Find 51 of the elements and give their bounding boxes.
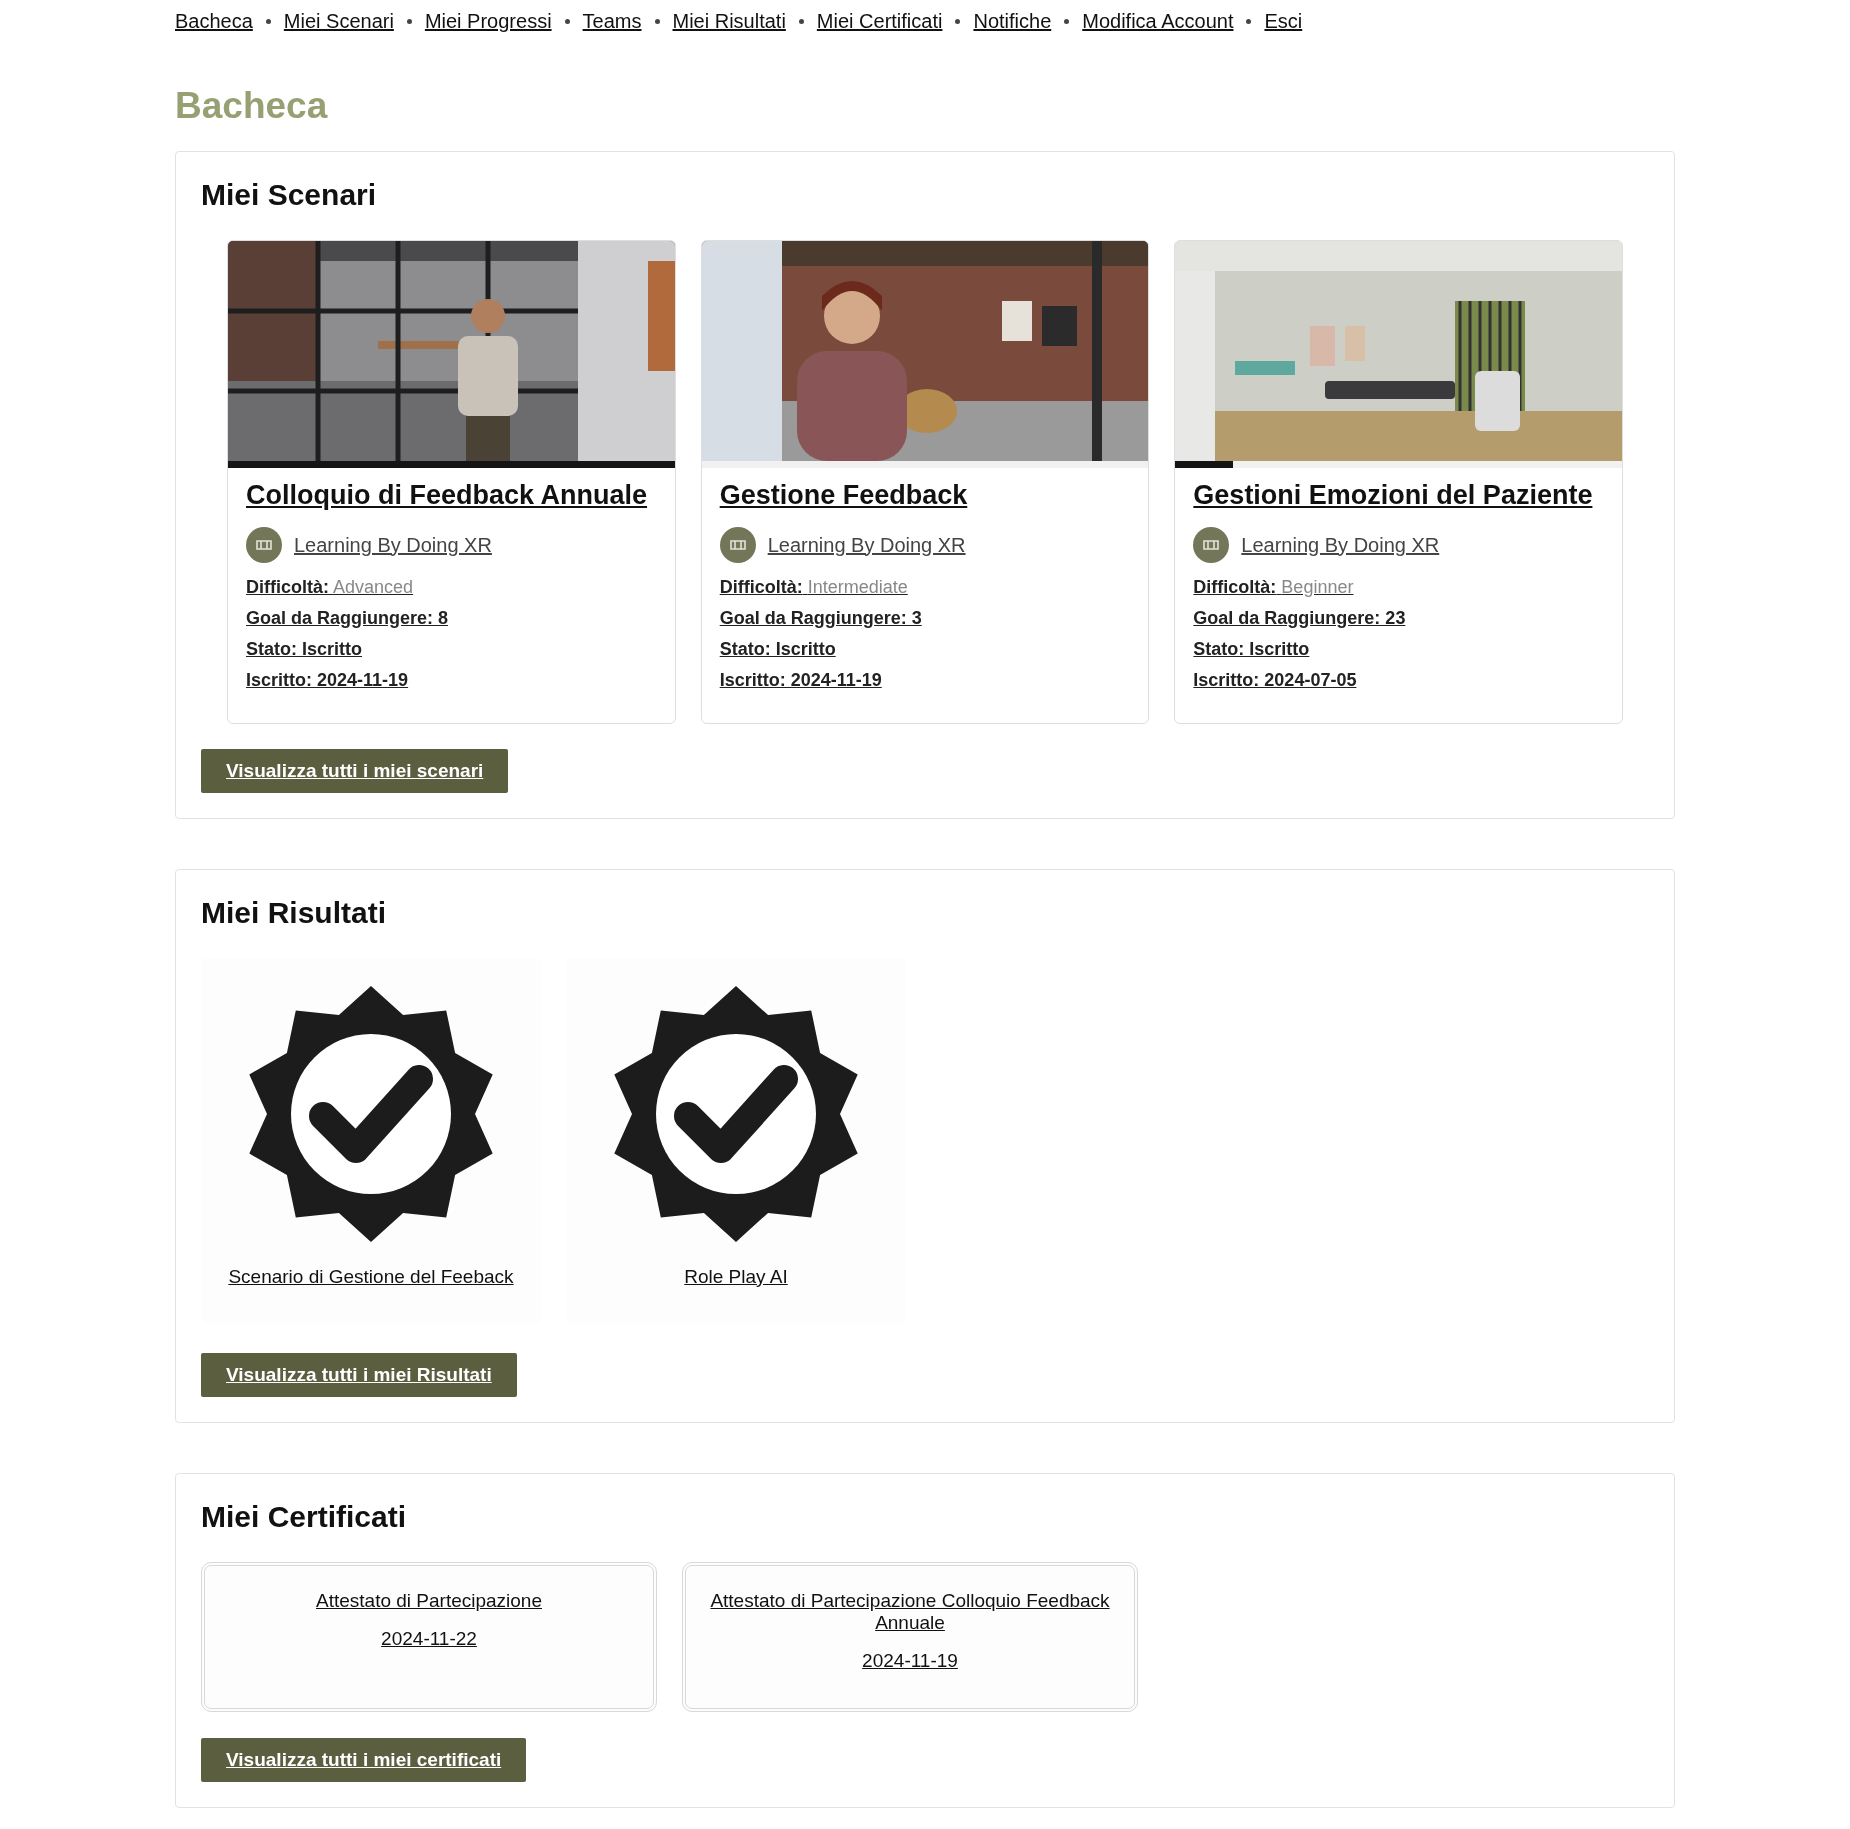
result-link[interactable]: Scenario di Gestione del Feeback — [228, 1266, 514, 1288]
scenario-title[interactable]: Gestioni Emozioni del Paziente — [1193, 480, 1593, 511]
section-title: Miei Scenari — [201, 178, 378, 212]
enrolled-date-link[interactable]: Iscritto: 2024-11-19 — [246, 670, 409, 691]
separator-dot — [955, 19, 961, 24]
view-all-certificates-button[interactable]: Visualizza tutti i miei certificati — [201, 1738, 527, 1782]
status-link[interactable]: Stato: Iscritto — [1193, 639, 1310, 660]
nav-link[interactable]: Miei Certificati — [816, 10, 943, 33]
author-logo-icon — [719, 527, 756, 563]
nav-link[interactable]: Notifiche — [973, 10, 1052, 33]
separator-dot — [406, 19, 412, 24]
separator-dot — [798, 19, 804, 24]
goal-link[interactable]: Goal da Raggiungere: 23 — [1193, 608, 1406, 629]
difficulty-link[interactable]: Difficoltà: Beginner — [1193, 577, 1354, 598]
section-title: Miei Risultati — [201, 896, 388, 930]
difficulty-link[interactable]: Difficoltà: Intermediate — [719, 577, 908, 598]
section-title: Miei Certificati — [201, 1500, 408, 1534]
author-link[interactable]: Learning By Doing XR — [767, 533, 966, 557]
nav-link[interactable]: Miei Scenari — [283, 10, 394, 33]
nav-link[interactable]: Miei Progressi — [424, 10, 552, 33]
certificate-date-link[interactable]: 2024-11-19 — [862, 1650, 958, 1672]
certificate-link[interactable]: Attestato di Partecipazione — [316, 1590, 542, 1612]
separator-dot — [1064, 19, 1070, 24]
nav-link[interactable]: Miei Risultati — [672, 10, 786, 33]
separator-dot — [1246, 19, 1252, 24]
author-logo-icon — [246, 527, 282, 563]
separator-dot — [265, 19, 271, 24]
author-logo-icon — [1193, 527, 1230, 563]
view-all-results-button[interactable]: Visualizza tutti i miei Risultati — [201, 1353, 517, 1397]
goal-link[interactable]: Goal da Raggiungere: 8 — [246, 608, 449, 629]
nav-link[interactable]: Esci — [1264, 10, 1303, 33]
enrolled-date-link[interactable]: Iscritto: 2024-07-05 — [1193, 670, 1357, 691]
scenario-title[interactable]: Gestione Feedback — [719, 480, 968, 511]
nav-link[interactable]: Bacheca — [175, 10, 253, 33]
enrolled-date-link[interactable]: Iscritto: 2024-11-19 — [719, 670, 882, 691]
status-link[interactable]: Stato: Iscritto — [719, 639, 836, 660]
status-link[interactable]: Stato: Iscritto — [246, 639, 362, 660]
author-link[interactable]: Learning By Doing XR — [1241, 533, 1440, 557]
nav-link[interactable]: Teams — [582, 10, 642, 33]
difficulty-link[interactable]: Difficoltà: Advanced — [246, 577, 414, 598]
view-all-scenarios-button[interactable]: Visualizza tutti i miei scenari — [201, 749, 509, 793]
goal-link[interactable]: Goal da Raggiungere: 3 — [719, 608, 922, 629]
page-title: Bacheca — [175, 85, 329, 127]
scenario-title[interactable]: Colloquio di Feedback Annuale — [246, 480, 648, 511]
separator-dot — [654, 19, 660, 24]
nav-link[interactable]: Modifica Account — [1082, 10, 1234, 33]
separator-dot — [564, 19, 570, 24]
author-link[interactable]: Learning By Doing XR — [294, 533, 492, 557]
certificate-date-link[interactable]: 2024-11-22 — [381, 1628, 477, 1650]
result-link[interactable]: Role Play AI — [684, 1266, 788, 1288]
certificate-link[interactable]: Attestato di Partecipazione Colloquio Feedback Annuale — [694, 1590, 1126, 1634]
